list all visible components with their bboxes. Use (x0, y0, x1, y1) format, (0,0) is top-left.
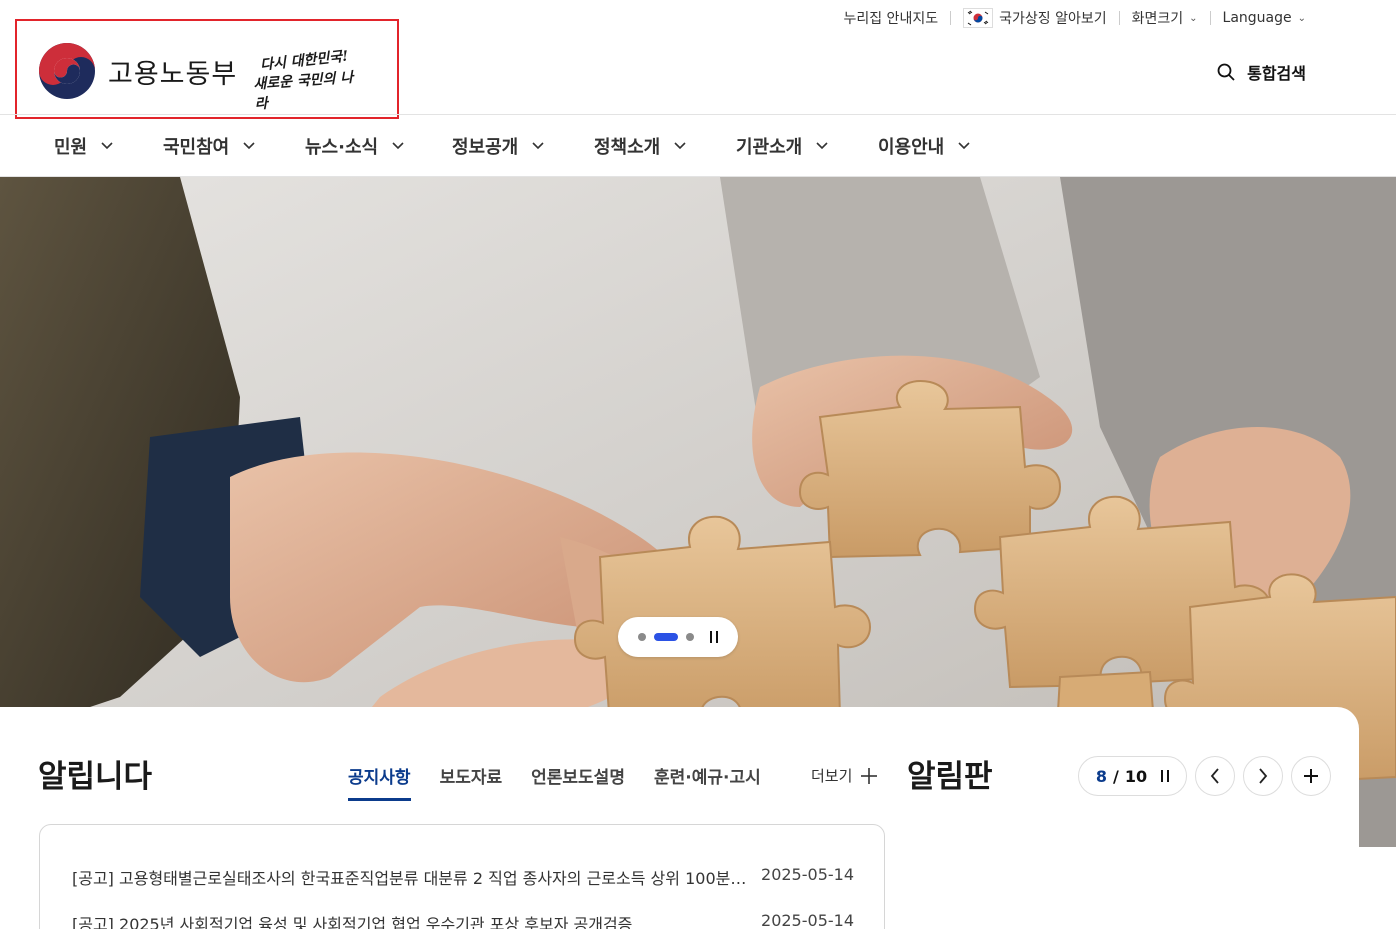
pause-icon[interactable] (710, 631, 718, 643)
gnb-label: 이용안내 (878, 137, 945, 158)
notice-item-date: 2025-05-14 (761, 911, 854, 929)
gnb-item-news[interactable]: 뉴스·소식 (305, 133, 404, 159)
font-size-label: 화면크기 (1131, 11, 1184, 27)
font-size-menu[interactable]: 화면크기 ⌄ (1132, 8, 1198, 28)
chevron-down-icon (243, 142, 255, 150)
notice-list: [공고] 고용형태별근로실태조사의 한국표준직업분류 대분류 2 직업 종사자의… (39, 824, 885, 929)
korean-flag-icon (963, 8, 994, 28)
slogan-signature: 다시 대한민국! 새로운 국민의 나라 (250, 48, 360, 112)
plus-icon (1304, 769, 1318, 783)
search-button[interactable]: 통합검색 (1217, 60, 1306, 84)
sitemap-label: 누리집 안내지도 (843, 11, 939, 27)
notice-item-date: 2025-05-14 (761, 865, 854, 884)
notice-item-title: [공고] 2025년 사회적기업 육성 및 사회적기업 협업 우수기관 포상 후… (72, 915, 633, 929)
gnb-item-disclosure[interactable]: 정보공개 (452, 133, 544, 159)
gnb-item-civil[interactable]: 민원 (54, 133, 113, 159)
language-label: Language (1222, 10, 1292, 26)
pause-icon[interactable] (1161, 770, 1170, 782)
more-label: 더보기 (811, 767, 853, 785)
tab-notice[interactable]: 공지사항 (348, 763, 411, 801)
national-symbol-link[interactable]: 국가상징 알아보기 (963, 8, 1107, 28)
board-controls: 8 / 10 (1078, 756, 1331, 796)
chevron-down-icon (674, 142, 686, 150)
logo-link[interactable]: 고용노동부 (38, 42, 237, 100)
org-name: 고용노동부 (108, 58, 238, 90)
gnb-label: 기관소개 (736, 137, 803, 158)
board-prev-button[interactable] (1195, 756, 1235, 796)
divider (1118, 11, 1120, 25)
notice-item-title: [공고] 고용형태별근로실태조사의 한국표준직업분류 대분류 2 직업 종사자의… (72, 869, 752, 888)
chevron-down-icon (816, 142, 828, 150)
tab-media-explanation[interactable]: 언론보도설명 (531, 763, 625, 801)
board-current: 8 (1095, 766, 1108, 786)
sitemap-link[interactable]: 누리집 안내지도 (843, 8, 938, 28)
gnb-label: 정보공개 (452, 137, 519, 158)
list-item[interactable]: [공고] 2025년 사회적기업 육성 및 사회적기업 협업 우수기관 포상 후… (72, 911, 854, 929)
language-menu[interactable]: Language ⌄ (1223, 10, 1306, 26)
chevron-down-icon (958, 142, 970, 150)
gnb-label: 뉴스·소식 (305, 137, 379, 158)
tab-press[interactable]: 보도자료 (440, 763, 503, 801)
chevron-down-icon (101, 142, 113, 150)
notice-title: 알립니다 (38, 759, 153, 795)
more-button[interactable]: 더보기 (811, 765, 878, 786)
board-title: 알림판 (907, 759, 993, 795)
main-navigation: 민원 국민참여 뉴스·소식 정보공개 정책소개 기관소개 이용안내 (0, 115, 1396, 177)
chevron-left-icon (1210, 768, 1219, 784)
board-counter: 8 / 10 (1078, 756, 1187, 796)
slogan-line-2: 새로운 국민의 나라 (252, 69, 354, 113)
gnb-label: 국민참여 (163, 137, 230, 158)
chevron-down-icon (532, 142, 544, 150)
board-next-button[interactable] (1243, 756, 1283, 796)
national-symbol-label: 국가상징 알아보기 (999, 11, 1107, 27)
notice-tabs: 공지사항 보도자료 언론보도설명 훈련·예규·고시 (348, 763, 761, 801)
gnb-item-participation[interactable]: 국민참여 (163, 133, 255, 159)
board-total: 10 (1124, 766, 1148, 786)
search-label: 통합검색 (1247, 64, 1306, 83)
utility-bar: 누리집 안내지도 국가상징 알아보기 화면크기 ⌄ Language ⌄ (843, 8, 1306, 28)
plus-icon (861, 767, 878, 784)
gnb-item-about[interactable]: 기관소개 (736, 133, 828, 159)
board-more-button[interactable] (1291, 756, 1331, 796)
gnb-label: 정책소개 (594, 137, 661, 158)
hero-pager (618, 617, 738, 657)
tab-regulations[interactable]: 훈련·예규·고시 (654, 763, 761, 801)
list-item[interactable]: [공고] 고용형태별근로실태조사의 한국표준직업분류 대분류 2 직업 종사자의… (72, 865, 854, 889)
chevron-down-icon: ⌄ (1297, 12, 1306, 24)
divider (950, 11, 952, 25)
notice-panel: 알립니다 공지사항 보도자료 언론보도설명 훈련·예규·고시 더보기 알림판 8… (0, 707, 1359, 929)
search-icon (1217, 63, 1235, 81)
gnb-item-guide[interactable]: 이용안내 (878, 133, 970, 159)
chevron-down-icon: ⌄ (1189, 12, 1198, 24)
slide-dot-active[interactable] (654, 633, 678, 641)
taeguk-logo-icon (39, 43, 95, 99)
gnb-label: 민원 (54, 137, 88, 158)
chevron-right-icon (1259, 768, 1268, 784)
slide-dot[interactable] (686, 633, 694, 641)
slide-dot[interactable] (638, 633, 646, 641)
gnb-item-policy[interactable]: 정책소개 (594, 133, 686, 159)
chevron-down-icon (392, 142, 404, 150)
board-separator: / (1113, 766, 1119, 786)
divider (1209, 11, 1211, 25)
